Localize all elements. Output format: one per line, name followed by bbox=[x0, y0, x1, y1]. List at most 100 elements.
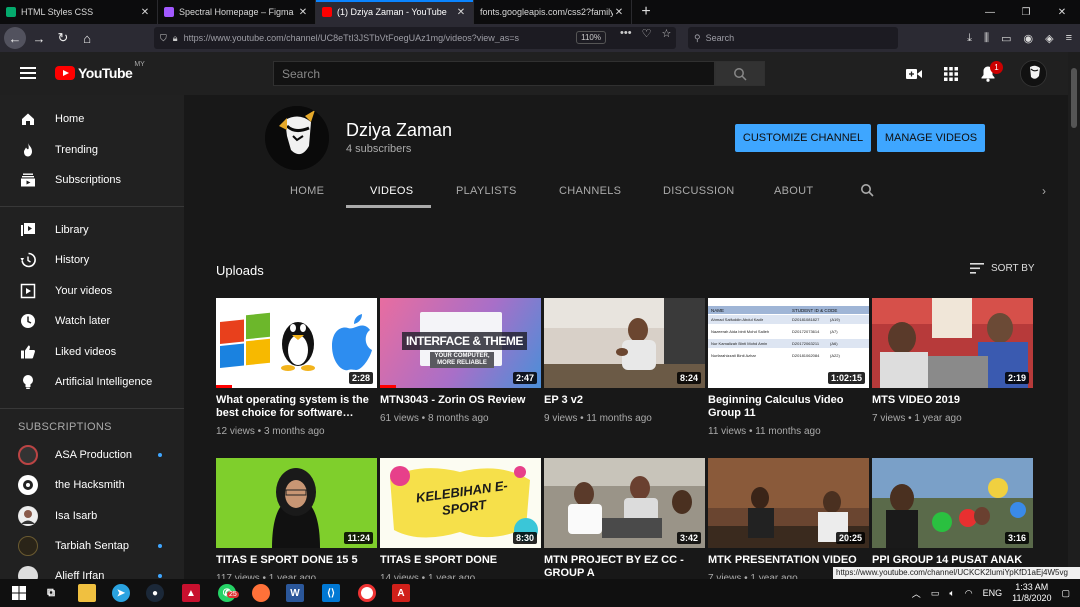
sidebar-item-your-videos[interactable]: Your videos bbox=[0, 276, 184, 306]
zoom-level[interactable]: 110% bbox=[576, 31, 606, 44]
bookmark-star-icon[interactable]: ☆ bbox=[661, 27, 671, 40]
video-title[interactable]: What operating system is the best choice… bbox=[216, 394, 377, 420]
video-thumbnail[interactable]: 2:28 bbox=[216, 298, 377, 388]
tab-discussion[interactable]: DISCUSSION bbox=[663, 185, 734, 197]
user-avatar[interactable] bbox=[1020, 60, 1047, 87]
video-title[interactable]: MTN3043 - Zorin OS Review bbox=[380, 394, 541, 407]
account-icon[interactable]: ◉ bbox=[1024, 32, 1034, 45]
video-card[interactable]: 11:24 TITAS E SPORT DONE 15 5 117 views … bbox=[216, 458, 377, 584]
page-actions-icon[interactable]: ••• bbox=[620, 27, 632, 40]
subscription-item[interactable]: Tarbiah Sentap bbox=[0, 531, 184, 561]
video-card[interactable]: 8:24 EP 3 v2 9 views • 11 months ago bbox=[544, 298, 705, 424]
video-thumbnail[interactable]: INTERFACE & THEME YOUR COMPUTER, MORE RE… bbox=[380, 298, 541, 388]
sidebar-item-subscriptions[interactable]: Subscriptions bbox=[0, 165, 184, 195]
subscription-item[interactable]: the Hacksmith bbox=[0, 470, 184, 500]
chrome-icon[interactable] bbox=[358, 584, 376, 602]
downloads-icon[interactable]: ⤓ bbox=[967, 32, 972, 45]
sidebar-item-artificial-intelligence[interactable]: Artificial Intelligence bbox=[0, 367, 184, 397]
volume-icon[interactable]: 🔈︎ bbox=[949, 588, 954, 599]
video-title[interactable]: MTS VIDEO 2019 bbox=[872, 394, 1033, 407]
close-tab-icon[interactable]: ✕ bbox=[455, 7, 467, 18]
youtube-search-button[interactable] bbox=[715, 61, 765, 86]
show-hidden-icons-icon[interactable]: ︿ bbox=[912, 587, 921, 600]
video-card[interactable]: INTERFACE & THEME YOUR COMPUTER, MORE RE… bbox=[380, 298, 541, 424]
back-arrow-icon[interactable]: ← bbox=[4, 27, 26, 49]
extension-icon[interactable]: ◈ bbox=[1045, 32, 1053, 45]
video-card[interactable]: 20:25 MTK PRESENTATION VIDEO 7 views • 1… bbox=[708, 458, 869, 584]
video-thumbnail[interactable]: 3:16 bbox=[872, 458, 1033, 548]
tab-playlists[interactable]: PLAYLISTS bbox=[456, 185, 517, 197]
video-card[interactable]: KELEBIHAN E-SPORT 8:30 TITAS E SPORT DON… bbox=[380, 458, 541, 584]
close-window-icon[interactable]: ✕ bbox=[1044, 0, 1080, 24]
wifi-icon[interactable]: ◠ bbox=[965, 588, 973, 599]
browser-tab-googlefonts[interactable]: fonts.googleapis.com/css2?family… ✕ bbox=[474, 0, 632, 24]
channel-search-icon[interactable] bbox=[860, 183, 874, 202]
minimize-icon[interactable]: — bbox=[972, 0, 1008, 24]
youtube-search-input[interactable]: Search bbox=[273, 61, 715, 86]
file-explorer-icon[interactable] bbox=[78, 584, 96, 602]
video-card[interactable]: 3:42 MTN PROJECT BY EZ CC -GROUP A bbox=[544, 458, 705, 580]
steam-icon[interactable]: ● bbox=[146, 584, 164, 602]
hamburger-menu-icon[interactable] bbox=[20, 67, 36, 82]
subscription-item[interactable]: Alieff Irfan bbox=[0, 561, 184, 579]
sidebar-item-liked-videos[interactable]: Liked videos bbox=[0, 337, 184, 367]
pocket-icon[interactable]: ♡ bbox=[642, 27, 652, 40]
task-view-icon[interactable]: ⧉ bbox=[42, 584, 60, 602]
new-tab-button[interactable]: + bbox=[632, 0, 660, 24]
acrobat-icon[interactable]: A bbox=[392, 584, 410, 602]
reload-icon[interactable]: ↻ bbox=[52, 27, 74, 49]
sidebar-item-home[interactable]: Home bbox=[0, 104, 184, 134]
video-title[interactable]: TITAS E SPORT DONE bbox=[380, 554, 541, 567]
close-tab-icon[interactable]: ✕ bbox=[297, 7, 309, 18]
home-browser-icon[interactable]: ⌂ bbox=[76, 27, 98, 49]
video-title[interactable]: TITAS E SPORT DONE 15 5 bbox=[216, 554, 377, 567]
browser-tab-youtube[interactable]: (1) Dziya Zaman - YouTube ✕ bbox=[316, 0, 474, 24]
video-title[interactable]: PPI GROUP 14 PUSAT ANAK bbox=[872, 554, 1033, 567]
close-tab-icon[interactable]: ✕ bbox=[613, 7, 625, 18]
close-tab-icon[interactable]: ✕ bbox=[139, 7, 151, 18]
game-app-icon[interactable]: ▲ bbox=[182, 584, 200, 602]
video-thumbnail[interactable]: 2:19 bbox=[872, 298, 1033, 388]
tab-about[interactable]: ABOUT bbox=[774, 185, 813, 197]
video-card[interactable]: 2:19 MTS VIDEO 2019 7 views • 1 year ago bbox=[872, 298, 1033, 424]
apps-grid-icon[interactable] bbox=[942, 65, 960, 83]
forward-arrow-icon[interactable]: → bbox=[28, 27, 50, 49]
system-clock[interactable]: 1:33 AM 11/8/2020 bbox=[1012, 582, 1051, 604]
sidebar-item-library[interactable]: Library bbox=[0, 215, 184, 245]
video-title[interactable]: EP 3 v2 bbox=[544, 394, 705, 407]
vscode-icon[interactable]: ⟨⟩ bbox=[322, 584, 340, 602]
video-card[interactable]: NAME STUDENT ID & CODE Ahmad Saifuddin A… bbox=[708, 298, 869, 437]
notification-center-icon[interactable]: ▢ bbox=[1061, 588, 1070, 599]
video-thumbnail[interactable]: NAME STUDENT ID & CODE Ahmad Saifuddin A… bbox=[708, 298, 869, 388]
subscription-item[interactable]: Isa Isarb bbox=[0, 501, 184, 531]
browser-tab-figma[interactable]: Spectral Homepage – Figma ✕ bbox=[158, 0, 316, 24]
language-indicator[interactable]: ENG bbox=[983, 588, 1003, 598]
manage-videos-button[interactable]: MANAGE VIDEOS bbox=[877, 124, 985, 152]
youtube-logo[interactable]: YouTube MY bbox=[55, 61, 145, 81]
sidebar-toggle-icon[interactable]: ▭ bbox=[1001, 32, 1011, 45]
video-thumbnail[interactable]: 20:25 bbox=[708, 458, 869, 548]
video-title[interactable]: MTN PROJECT BY EZ CC -GROUP A bbox=[544, 554, 705, 580]
browser-tab-html-styles[interactable]: HTML Styles CSS ✕ bbox=[0, 0, 158, 24]
page-scrollbar[interactable] bbox=[1068, 52, 1080, 579]
chevron-right-icon[interactable]: › bbox=[1042, 184, 1046, 198]
video-title[interactable]: Beginning Calculus Video Group 11 bbox=[708, 394, 869, 420]
sidebar-item-trending[interactable]: Trending bbox=[0, 135, 184, 165]
sort-by-button[interactable]: SORT BY bbox=[970, 263, 1035, 274]
video-card[interactable]: 2:28 What operating system is the best c… bbox=[216, 298, 377, 437]
restore-icon[interactable]: ❐ bbox=[1008, 0, 1044, 24]
scrollbar-thumb[interactable] bbox=[1071, 68, 1077, 128]
word-icon[interactable]: W bbox=[286, 584, 304, 602]
browser-search-bar[interactable]: ⚲ Search bbox=[688, 27, 898, 49]
windows-start-icon[interactable] bbox=[10, 584, 28, 602]
menu-icon[interactable]: ≡ bbox=[1066, 32, 1072, 44]
sidebar-item-history[interactable]: History bbox=[0, 245, 184, 275]
video-thumbnail[interactable]: KELEBIHAN E-SPORT 8:30 bbox=[380, 458, 541, 548]
battery-icon[interactable]: ▭ bbox=[931, 588, 940, 599]
firefox-icon[interactable] bbox=[252, 584, 270, 602]
video-thumbnail[interactable]: 3:42 bbox=[544, 458, 705, 548]
video-thumbnail[interactable]: 11:24 bbox=[216, 458, 377, 548]
library-browser-icon[interactable]: ⫼ bbox=[984, 32, 989, 45]
address-bar[interactable]: ⛉ 🔒︎ https://www.youtube.com/channel/UC8… bbox=[154, 27, 676, 49]
tab-home[interactable]: HOME bbox=[290, 185, 324, 197]
